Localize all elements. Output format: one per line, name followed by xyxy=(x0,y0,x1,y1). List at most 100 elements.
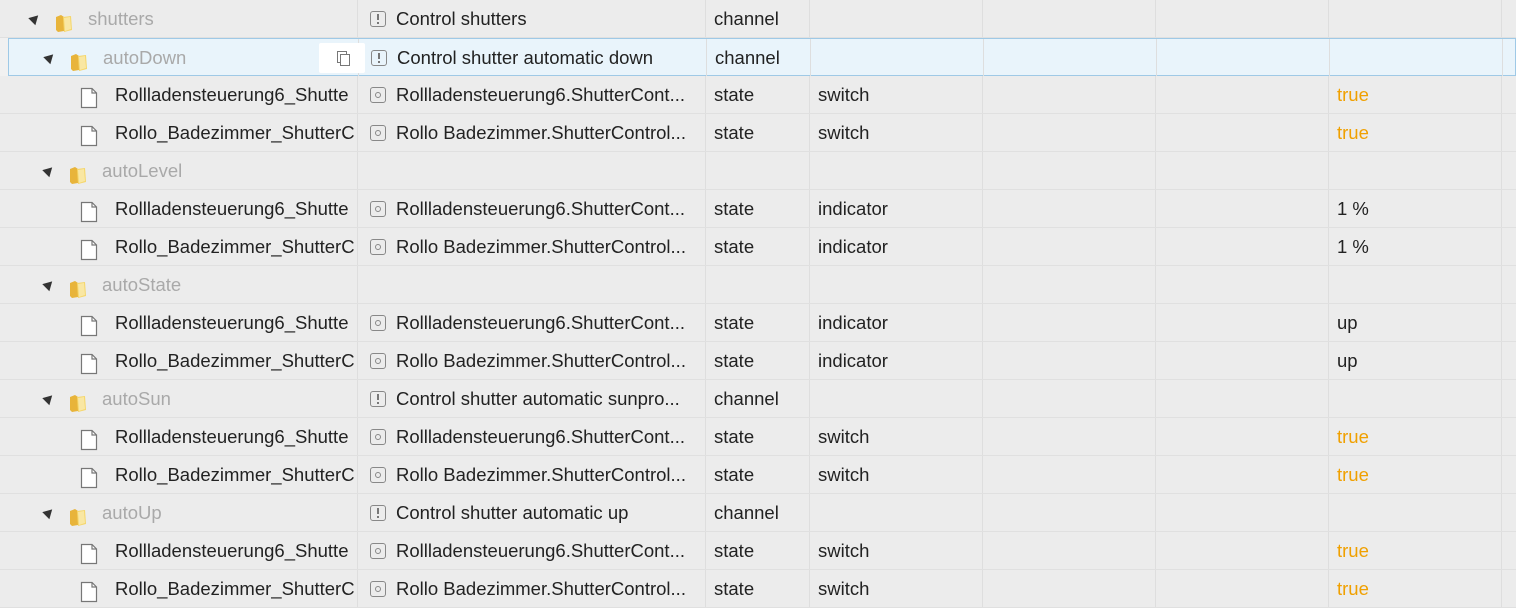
description-text: Control shutter automatic up xyxy=(396,502,629,523)
collapse-arrow-icon[interactable] xyxy=(42,505,56,520)
role-cell xyxy=(810,494,983,531)
value-cell: true xyxy=(1329,114,1502,151)
tree-state-row[interactable]: Rollladensteuerung6_Shutte Rollladensteue… xyxy=(0,532,1516,570)
role-cell: switch xyxy=(810,570,983,607)
description-cell: Rollo Badezimmer.ShutterControl... xyxy=(358,570,706,607)
folder-icon xyxy=(54,8,74,32)
empty-cell xyxy=(983,532,1156,569)
collapse-arrow-icon[interactable] xyxy=(43,50,57,65)
description-cell: Rollo Badezimmer.ShutterControl... xyxy=(358,114,706,151)
tree-folder-row[interactable]: shutters Control shutters channel xyxy=(0,0,1516,38)
collapse-arrow-icon[interactable] xyxy=(42,277,56,292)
tree-state-row[interactable]: Rollladensteuerung6_Shutte Rollladensteue… xyxy=(0,76,1516,114)
file-icon xyxy=(80,578,98,603)
tree-state-row[interactable]: Rollo_Badezimmer_ShutterC Rollo Badezimme… xyxy=(0,570,1516,608)
state-icon xyxy=(370,315,386,331)
tree-state-row[interactable]: Rollo_Badezimmer_ShutterC Rollo Badezimme… xyxy=(0,228,1516,266)
type-cell: state xyxy=(706,570,810,607)
empty-cell xyxy=(983,570,1156,607)
description-cell: Control shutter automatic down xyxy=(359,39,707,76)
empty-cell xyxy=(1156,190,1329,227)
value-cell: up xyxy=(1329,342,1502,379)
tree-state-row[interactable]: Rollladensteuerung6_Shutte Rollladensteue… xyxy=(0,190,1516,228)
role-cell: indicator xyxy=(810,190,983,227)
role-cell: indicator xyxy=(810,342,983,379)
description-cell xyxy=(358,152,706,189)
empty-cell xyxy=(983,76,1156,113)
tree-folder-row[interactable]: autoUp Control shutter automatic up channe… xyxy=(0,494,1516,532)
tree-folder-row[interactable]: autoState xyxy=(0,266,1516,304)
actions-cell xyxy=(1502,418,1516,455)
value-cell xyxy=(1329,380,1502,417)
collapse-arrow-icon[interactable] xyxy=(42,163,56,178)
empty-cell xyxy=(1156,76,1329,113)
state-icon xyxy=(370,353,386,369)
description-text: Rollladensteuerung6.ShutterCont... xyxy=(396,426,685,447)
type-cell xyxy=(706,266,810,303)
actions-cell xyxy=(1502,342,1516,379)
file-icon xyxy=(80,350,98,375)
name-cell: autoSun xyxy=(0,380,358,417)
state-label: Rollo_Badezimmer_ShutterC xyxy=(115,122,355,143)
file-icon xyxy=(80,464,98,489)
folder-icon xyxy=(69,47,89,71)
folder-icon xyxy=(68,274,88,298)
tree-folder-row[interactable]: autoDown Control shutter automatic down ch… xyxy=(8,38,1516,76)
actions-cell xyxy=(1502,570,1516,607)
type-cell xyxy=(706,152,810,189)
tree-folder-row[interactable]: autoLevel xyxy=(0,152,1516,190)
tree-state-row[interactable]: Rollladensteuerung6_Shutte Rollladensteue… xyxy=(0,418,1516,456)
type-cell: channel xyxy=(706,0,810,37)
actions-cell xyxy=(1502,114,1516,151)
state-icon xyxy=(370,87,386,103)
tree-state-row[interactable]: Rollladensteuerung6_Shutte Rollladensteue… xyxy=(0,304,1516,342)
name-cell: Rollo_Badezimmer_ShutterC xyxy=(0,228,358,265)
state-icon xyxy=(370,467,386,483)
empty-cell xyxy=(983,342,1156,379)
type-cell: state xyxy=(706,532,810,569)
description-text: Rollo Badezimmer.ShutterControl... xyxy=(396,122,686,143)
collapse-arrow-icon[interactable] xyxy=(42,391,56,406)
name-cell: autoDown xyxy=(1,39,359,76)
value-cell: 1 % xyxy=(1329,190,1502,227)
state-label: Rollladensteuerung6_Shutte xyxy=(115,312,349,333)
file-icon xyxy=(80,198,98,223)
empty-cell xyxy=(983,0,1156,37)
tree-folder-row[interactable]: autoSun Control shutter automatic sunpro.… xyxy=(0,380,1516,418)
empty-cell xyxy=(1156,494,1329,531)
empty-cell xyxy=(983,266,1156,303)
object-tree: shutters Control shutters channel autoDown C… xyxy=(0,0,1516,608)
type-cell: state xyxy=(706,304,810,341)
state-label: Rollo_Badezimmer_ShutterC xyxy=(115,350,355,371)
folder-label: autoState xyxy=(102,274,182,295)
type-cell: channel xyxy=(706,494,810,531)
empty-cell xyxy=(983,152,1156,189)
role-cell: switch xyxy=(810,456,983,493)
type-cell: channel xyxy=(707,39,811,76)
state-label: Rollo_Badezimmer_ShutterC xyxy=(115,236,355,257)
actions-cell xyxy=(1502,456,1516,493)
file-icon xyxy=(80,236,98,261)
tree-state-row[interactable]: Rollo_Badezimmer_ShutterC Rollo Badezimme… xyxy=(0,342,1516,380)
empty-cell xyxy=(984,39,1157,76)
tree-state-row[interactable]: Rollo_Badezimmer_ShutterC Rollo Badezimme… xyxy=(0,114,1516,152)
tree-state-row[interactable]: Rollo_Badezimmer_ShutterC Rollo Badezimme… xyxy=(0,456,1516,494)
actions-cell xyxy=(1502,0,1516,37)
empty-cell xyxy=(1156,228,1329,265)
state-icon xyxy=(370,543,386,559)
description-cell: Rollladensteuerung6.ShutterCont... xyxy=(358,418,706,455)
actions-cell xyxy=(1502,532,1516,569)
file-icon xyxy=(80,540,98,565)
empty-cell xyxy=(1156,152,1329,189)
collapse-arrow-icon[interactable] xyxy=(28,11,42,26)
value-cell: 1 % xyxy=(1329,228,1502,265)
type-cell: state xyxy=(706,418,810,455)
file-icon xyxy=(80,312,98,337)
empty-cell xyxy=(983,228,1156,265)
name-cell: Rollladensteuerung6_Shutte xyxy=(0,304,358,341)
type-cell: state xyxy=(706,456,810,493)
name-cell: autoState xyxy=(0,266,358,303)
state-label: Rollladensteuerung6_Shutte xyxy=(115,540,349,561)
actions-cell xyxy=(1502,494,1516,531)
empty-cell xyxy=(1156,266,1329,303)
